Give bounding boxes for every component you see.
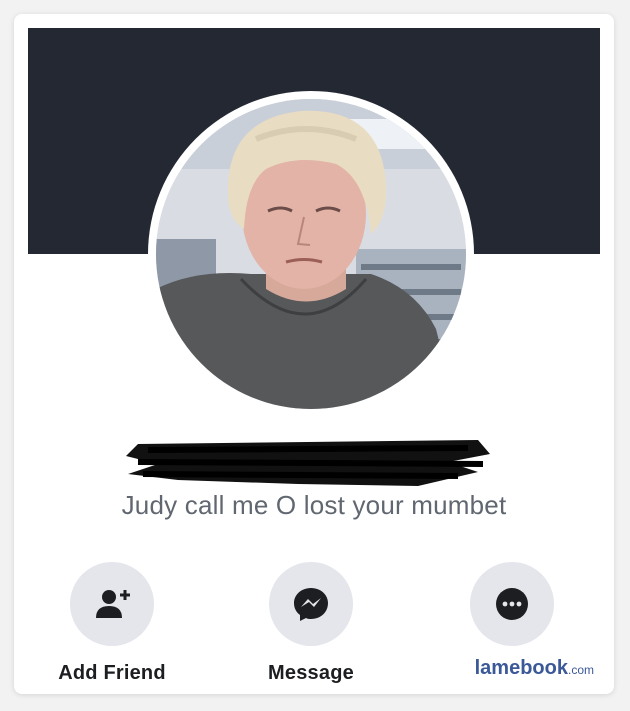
add-friend-icon <box>96 590 130 618</box>
redacted-name-scribble <box>118 434 498 498</box>
add-friend-button-circle[interactable] <box>70 562 154 646</box>
profile-card: Judy call me O lost your mumbet Add Frie… <box>14 14 614 694</box>
watermark-suffix: .com <box>567 663 594 677</box>
message-button[interactable]: Message <box>221 562 401 685</box>
lamebook-watermark: lamebook.com <box>472 657 596 680</box>
profile-picture[interactable] <box>156 99 466 409</box>
message-label: Message <box>268 662 354 684</box>
message-button-circle[interactable] <box>269 562 353 646</box>
profile-bio: Judy call me O lost your mumbet <box>121 490 507 520</box>
more-icon <box>496 588 528 620</box>
watermark-brand: lamebook <box>474 657 568 679</box>
add-friend-button[interactable]: Add Friend <box>22 562 202 685</box>
messenger-icon <box>294 588 328 621</box>
add-friend-label: Add Friend <box>58 662 166 684</box>
profile-picture-frame <box>148 91 474 417</box>
profile-photo-illustration <box>156 99 466 409</box>
more-button-circle[interactable] <box>470 562 554 646</box>
